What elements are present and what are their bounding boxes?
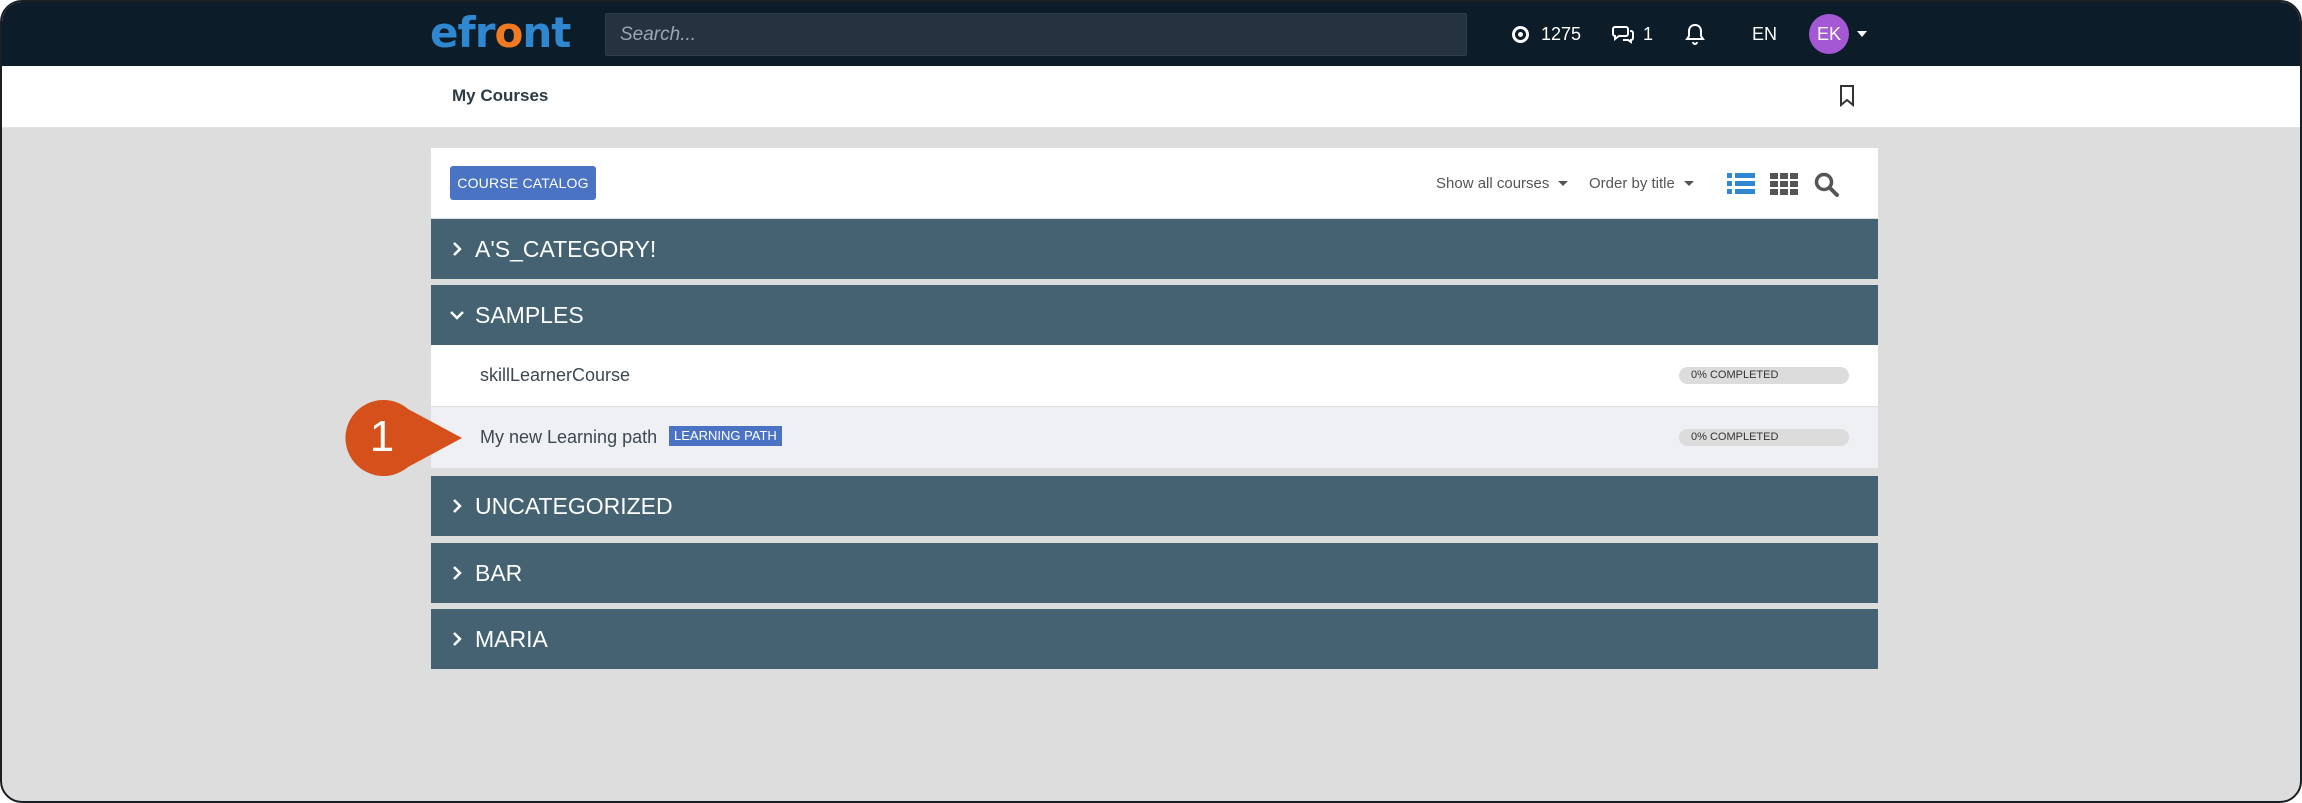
filter-dropdown[interactable]: Show all courses bbox=[1436, 175, 1569, 192]
chevron-down-icon bbox=[450, 311, 464, 320]
order-dropdown[interactable]: Order by title bbox=[1589, 175, 1694, 192]
course-row[interactable]: skillLearnerCourse 0% COMPLETED bbox=[431, 345, 1878, 407]
course-catalog-button[interactable]: COURSE CATALOG bbox=[450, 166, 596, 200]
category-title: SAMPLES bbox=[475, 301, 584, 328]
chevron-right-icon bbox=[453, 632, 462, 646]
category-header[interactable]: MARIA bbox=[431, 609, 1878, 669]
chat-icon bbox=[1612, 26, 1634, 44]
page-header: My Courses bbox=[2, 66, 2300, 128]
language-label: EN bbox=[1752, 23, 1778, 44]
callout-number: 1 bbox=[370, 412, 394, 461]
course-progress-bar: 0% COMPLETED bbox=[1679, 429, 1849, 446]
course-title[interactable]: skillLearnerCourse bbox=[480, 365, 630, 386]
messages-button[interactable]: 1 bbox=[1612, 2, 1653, 66]
step-callout-marker: 1 bbox=[345, 399, 462, 476]
learning-path-badge: LEARNING PATH bbox=[669, 426, 782, 446]
bell-icon bbox=[1685, 23, 1705, 45]
efront-logo[interactable]: efront bbox=[430, 8, 571, 58]
order-dropdown-label: Order by title bbox=[1589, 175, 1675, 192]
category-title: BAR bbox=[475, 559, 523, 586]
progress-label: 0% COMPLETED bbox=[1691, 431, 1779, 443]
points-value: 1275 bbox=[1541, 23, 1582, 44]
category-title: MARIA bbox=[475, 625, 548, 652]
filter-dropdown-label: Show all courses bbox=[1436, 175, 1550, 192]
course-title[interactable]: My new Learning path bbox=[480, 427, 657, 448]
caret-down-icon bbox=[1683, 181, 1694, 186]
language-selector[interactable]: EN bbox=[1752, 2, 1777, 66]
category-title: A'S_CATEGORY! bbox=[475, 235, 657, 262]
notifications-button[interactable] bbox=[1685, 2, 1705, 66]
caret-down-icon[interactable] bbox=[1857, 31, 1867, 37]
category-header[interactable]: BAR bbox=[431, 543, 1878, 603]
progress-label: 0% COMPLETED bbox=[1691, 369, 1779, 381]
category-header[interactable]: A'S_CATEGORY! bbox=[431, 219, 1878, 279]
category-header[interactable]: UNCATEGORIZED bbox=[431, 476, 1878, 536]
top-navbar: efront Search... 1275 1 EN EK bbox=[2, 2, 2300, 66]
category-title: UNCATEGORIZED bbox=[475, 492, 673, 519]
points-indicator[interactable]: 1275 bbox=[1512, 2, 1581, 66]
courses-panel: COURSE CATALOG Show all courses Order by… bbox=[431, 148, 1878, 669]
course-row[interactable]: My new Learning path LEARNING PATH 0% CO… bbox=[431, 407, 1878, 469]
list-view-icon[interactable] bbox=[1727, 172, 1755, 196]
course-progress-bar: 0% COMPLETED bbox=[1679, 367, 1849, 384]
chevron-right-icon bbox=[453, 242, 462, 256]
chevron-right-icon bbox=[453, 566, 462, 580]
grid-view-icon[interactable] bbox=[1770, 172, 1798, 196]
bookmark-icon[interactable] bbox=[1838, 84, 1856, 108]
target-icon bbox=[1512, 25, 1529, 43]
avatar[interactable]: EK bbox=[1809, 14, 1849, 54]
courses-toolbar: COURSE CATALOG Show all courses Order by… bbox=[431, 148, 1878, 218]
page-title: My Courses bbox=[452, 86, 549, 105]
messages-count: 1 bbox=[1643, 23, 1654, 44]
caret-down-icon bbox=[1558, 181, 1569, 186]
category-header[interactable]: SAMPLES bbox=[431, 285, 1878, 345]
chevron-right-icon bbox=[453, 499, 462, 513]
app-window: efront Search... 1275 1 EN EK My Courses… bbox=[0, 0, 2302, 803]
search-icon[interactable] bbox=[1814, 172, 1840, 198]
search-input[interactable]: Search... bbox=[605, 13, 1467, 56]
